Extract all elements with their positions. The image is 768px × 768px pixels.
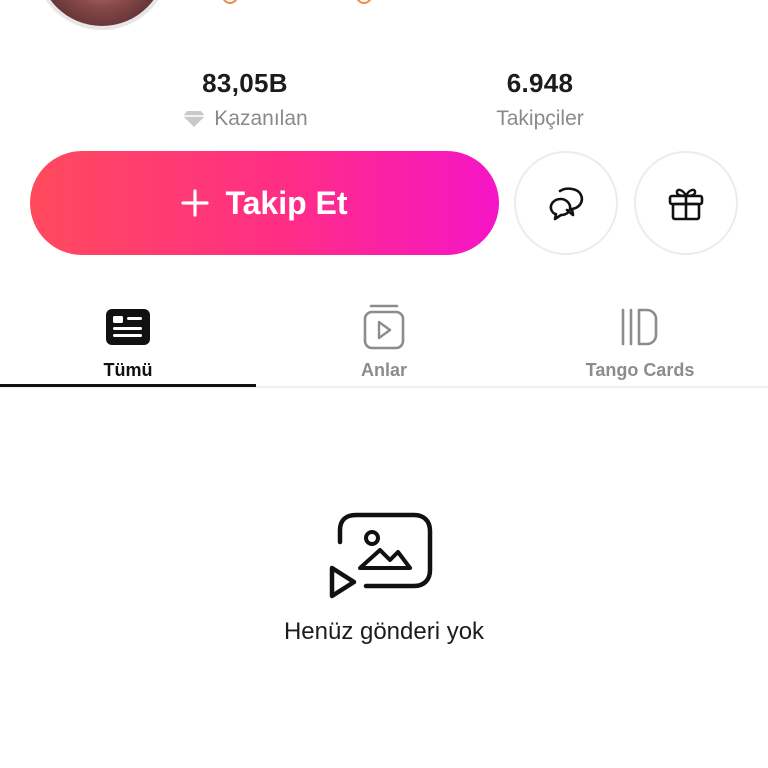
moments-video-icon (363, 304, 405, 350)
avatar-photo (38, 0, 166, 26)
stat-followers[interactable]: 6.948 Takipçiler (470, 68, 610, 131)
gift-button[interactable] (634, 151, 738, 255)
diamond-icon (183, 111, 206, 127)
tab-tango-cards[interactable]: Tango Cards (512, 290, 768, 388)
media-gallery-icon (329, 512, 433, 599)
empty-state-text: Henüz gönderi yok (283, 618, 485, 645)
follow-button[interactable]: Takip Et (30, 151, 499, 255)
cards-stack-icon (621, 308, 658, 346)
stat-earned: 83,05B Kazanılan (170, 68, 320, 131)
gift-icon (668, 188, 704, 221)
earned-label: Kazanılan (214, 107, 308, 130)
earned-value: 83,05B (202, 68, 288, 98)
active-tab-indicator (0, 384, 256, 387)
tab-moments[interactable]: Anlar (256, 290, 512, 388)
chat-bubbles-icon (549, 187, 584, 221)
feed-card-icon (106, 309, 150, 345)
content-tabs: Tümü Anlar Tango Cards (0, 290, 768, 388)
badge-icon (356, 0, 372, 4)
followers-value: 6.948 (506, 68, 574, 98)
profile-avatar[interactable] (34, 0, 170, 30)
tab-all-label: Tümü (103, 360, 153, 380)
tab-all[interactable]: Tümü (0, 290, 256, 388)
plus-icon (181, 189, 210, 217)
badge-icon (222, 0, 238, 4)
follow-label: Takip Et (225, 184, 348, 221)
tab-moments-label: Anlar (360, 360, 407, 380)
tab-tango-cards-label: Tango Cards (585, 360, 695, 380)
chat-button[interactable] (514, 151, 618, 255)
followers-label: Takipçiler (496, 107, 584, 130)
